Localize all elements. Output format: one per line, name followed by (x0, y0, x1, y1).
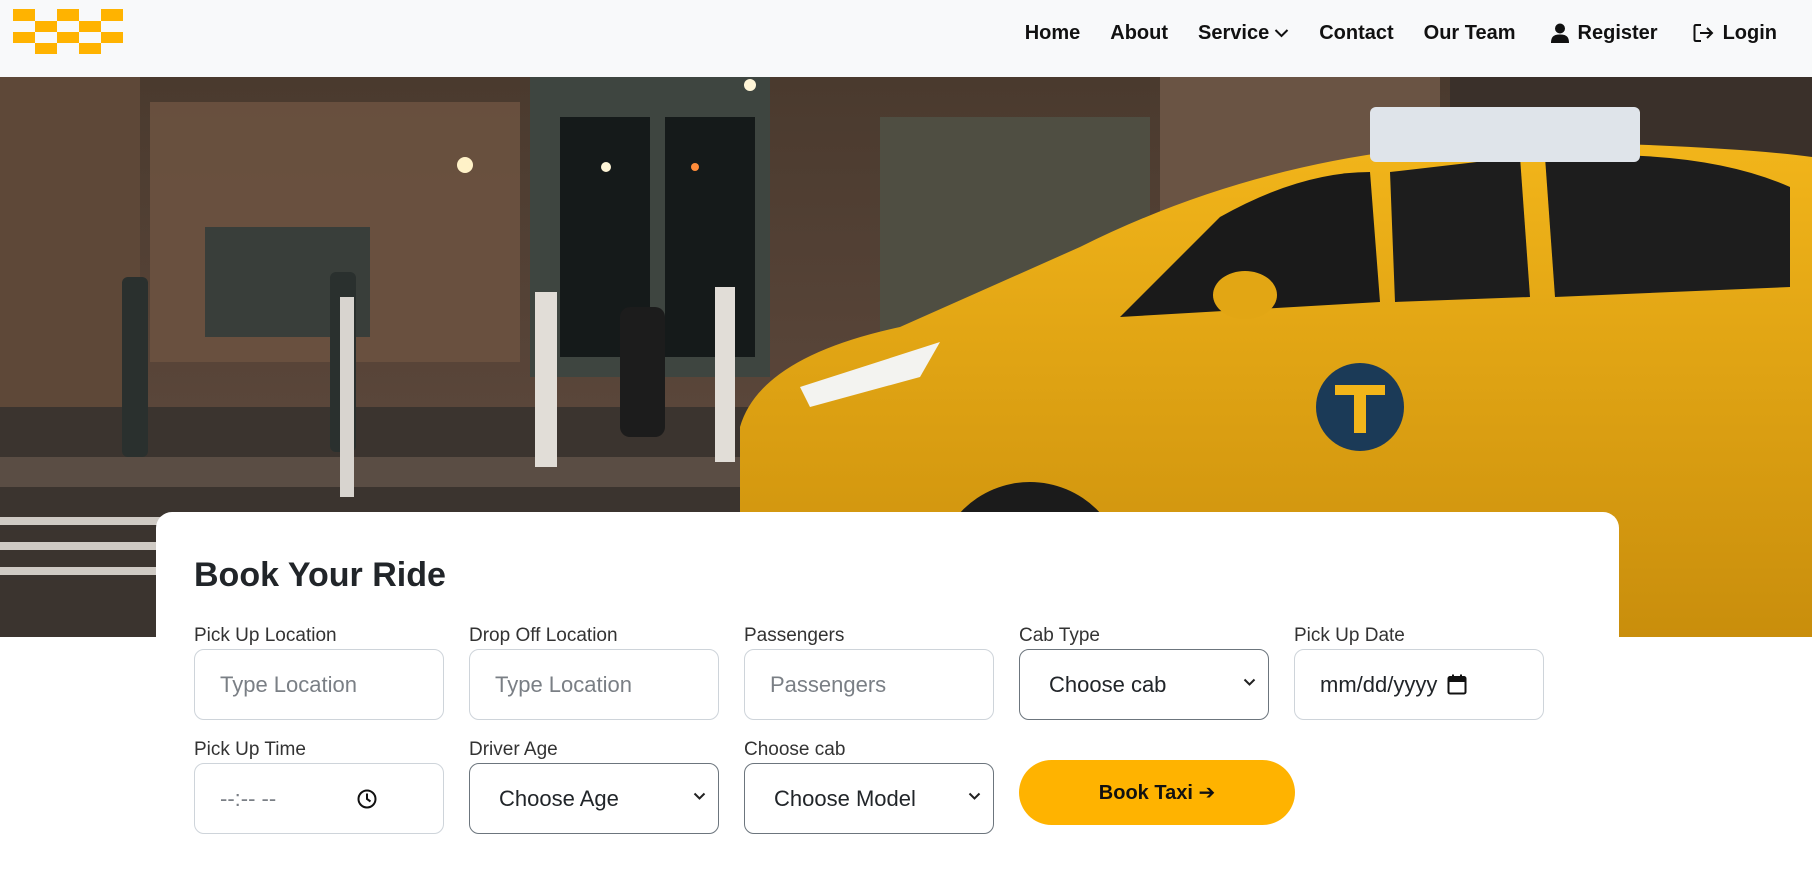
book-taxi-button[interactable]: Book Taxi ➔ (1019, 760, 1295, 825)
pickup-time-value: --:-- -- (220, 785, 277, 811)
chevron-down-icon (1274, 29, 1289, 38)
pickup-location-label: Pick Up Location (194, 625, 337, 646)
passengers-input[interactable]: Passengers (744, 649, 994, 720)
nav-contact-label: Contact (1319, 21, 1394, 44)
nav-register[interactable]: Register (1531, 22, 1673, 45)
clock-icon[interactable] (357, 789, 377, 809)
driver-age-field: Driver Age Choose Age (469, 739, 719, 834)
pickup-date-input[interactable]: mm/dd/yyyy (1294, 649, 1544, 720)
nav-login[interactable]: Login (1673, 22, 1792, 45)
pickup-location-input[interactable]: Type Location (194, 649, 444, 720)
chevron-down-icon (1243, 678, 1256, 686)
navbar: Home About Service Contact Our Team Regi… (0, 0, 1812, 77)
dropoff-location-label: Drop Off Location (469, 625, 618, 646)
login-icon (1693, 24, 1713, 42)
choose-cab-label: Choose cab (744, 739, 846, 760)
nav-contact[interactable]: Contact (1304, 22, 1408, 45)
nav-service[interactable]: Service (1183, 22, 1304, 45)
main-nav: Home About Service Contact Our Team Regi… (1010, 0, 1792, 66)
passengers-placeholder: Passengers (770, 671, 887, 697)
calendar-icon[interactable] (1447, 674, 1467, 695)
chevron-down-icon (693, 792, 706, 800)
pickup-date-value: mm/dd/yyyy (1320, 671, 1438, 697)
booking-title: Book Your Ride (194, 556, 446, 594)
cab-type-label: Cab Type (1019, 625, 1100, 646)
dropoff-location-field: Drop Off Location Type Location (469, 625, 719, 720)
taxi-checker-logo[interactable] (13, 9, 123, 54)
nav-about-label: About (1110, 21, 1169, 44)
pickup-location-placeholder: Type Location (220, 671, 357, 697)
passengers-label: Passengers (744, 625, 845, 646)
pickup-time-input[interactable]: --:-- -- (194, 763, 444, 834)
nav-our-team-label: Our Team (1423, 21, 1516, 44)
chevron-down-icon (968, 792, 981, 800)
driver-age-label: Driver Age (469, 739, 558, 760)
pickup-location-field: Pick Up Location Type Location (194, 625, 444, 720)
nav-home-label: Home (1024, 21, 1081, 44)
nav-about[interactable]: About (1095, 22, 1183, 45)
passengers-field: Passengers Passengers (744, 625, 994, 720)
user-icon (1550, 23, 1569, 43)
pickup-date-label: Pick Up Date (1294, 625, 1405, 646)
nav-login-label: Login (1722, 21, 1777, 44)
dropoff-location-placeholder: Type Location (495, 671, 632, 697)
cab-type-value: Choose cab (1049, 671, 1167, 697)
driver-age-select[interactable]: Choose Age (469, 763, 719, 834)
cab-type-field: Cab Type Choose cab (1019, 625, 1269, 720)
book-taxi-label: Book Taxi ➔ (1098, 782, 1216, 804)
choose-model-value: Choose Model (774, 785, 916, 811)
nav-home[interactable]: Home (1010, 22, 1096, 45)
choose-model-select[interactable]: Choose Model (744, 763, 994, 834)
choose-cab-field: Choose cab Choose Model (744, 739, 994, 834)
pickup-time-label: Pick Up Time (194, 739, 306, 760)
cab-type-select[interactable]: Choose cab (1019, 649, 1269, 720)
driver-age-value: Choose Age (499, 785, 619, 811)
pickup-time-field: Pick Up Time --:-- -- (194, 739, 444, 834)
dropoff-location-input[interactable]: Type Location (469, 649, 719, 720)
pickup-date-field: Pick Up Date mm/dd/yyyy (1294, 625, 1544, 720)
nav-our-team[interactable]: Our Team (1409, 22, 1531, 45)
booking-card: Book Your Ride Pick Up Location Type Loc… (156, 512, 1619, 890)
nav-service-label: Service (1198, 21, 1270, 44)
nav-register-label: Register (1577, 21, 1658, 44)
